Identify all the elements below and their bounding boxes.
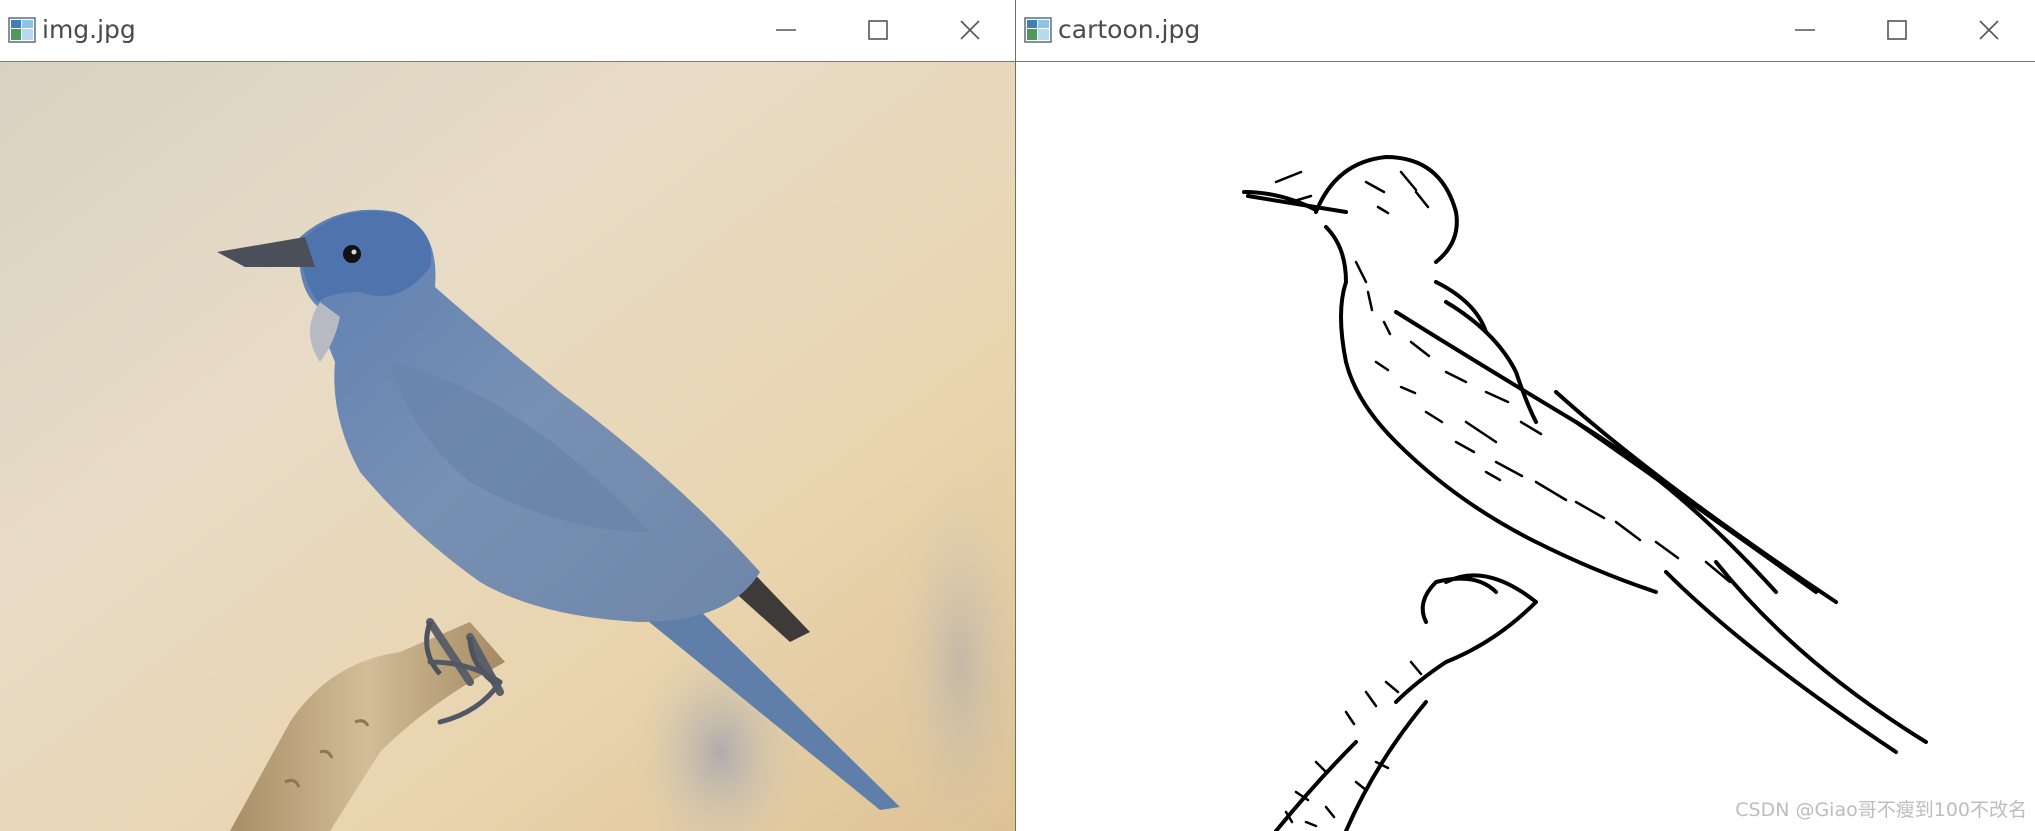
maximize-button[interactable]: [832, 0, 924, 60]
maximize-icon: [868, 20, 888, 40]
image-window-original[interactable]: img.jpg: [0, 0, 1016, 831]
close-icon: [960, 20, 980, 40]
close-button[interactable]: [924, 0, 1016, 60]
window-title: cartoon.jpg: [1058, 15, 1201, 44]
app-icon: [1024, 17, 1052, 43]
maximize-icon: [1887, 20, 1907, 40]
image-window-cartoon[interactable]: cartoon.jpg CSDN @Giao哥不瘦到100不改名: [1016, 0, 2035, 831]
title-bar[interactable]: img.jpg: [0, 0, 1016, 62]
maximize-button[interactable]: [1851, 0, 1943, 60]
title-bar[interactable]: cartoon.jpg: [1016, 0, 2035, 62]
close-icon: [1979, 20, 1999, 40]
watermark: CSDN @Giao哥不瘦到100不改名: [1735, 799, 2027, 821]
app-icon: [8, 17, 36, 43]
bird-photo: [0, 62, 1016, 831]
image-canvas: [0, 62, 1016, 831]
minimize-icon: [776, 29, 796, 31]
minimize-button[interactable]: [740, 0, 832, 60]
bird-line-drawing: [1016, 62, 2035, 831]
window-title: img.jpg: [42, 15, 136, 44]
image-canvas: CSDN @Giao哥不瘦到100不改名: [1016, 62, 2035, 831]
minimize-button[interactable]: [1759, 0, 1851, 60]
minimize-icon: [1795, 29, 1815, 31]
close-button[interactable]: [1943, 0, 2035, 60]
